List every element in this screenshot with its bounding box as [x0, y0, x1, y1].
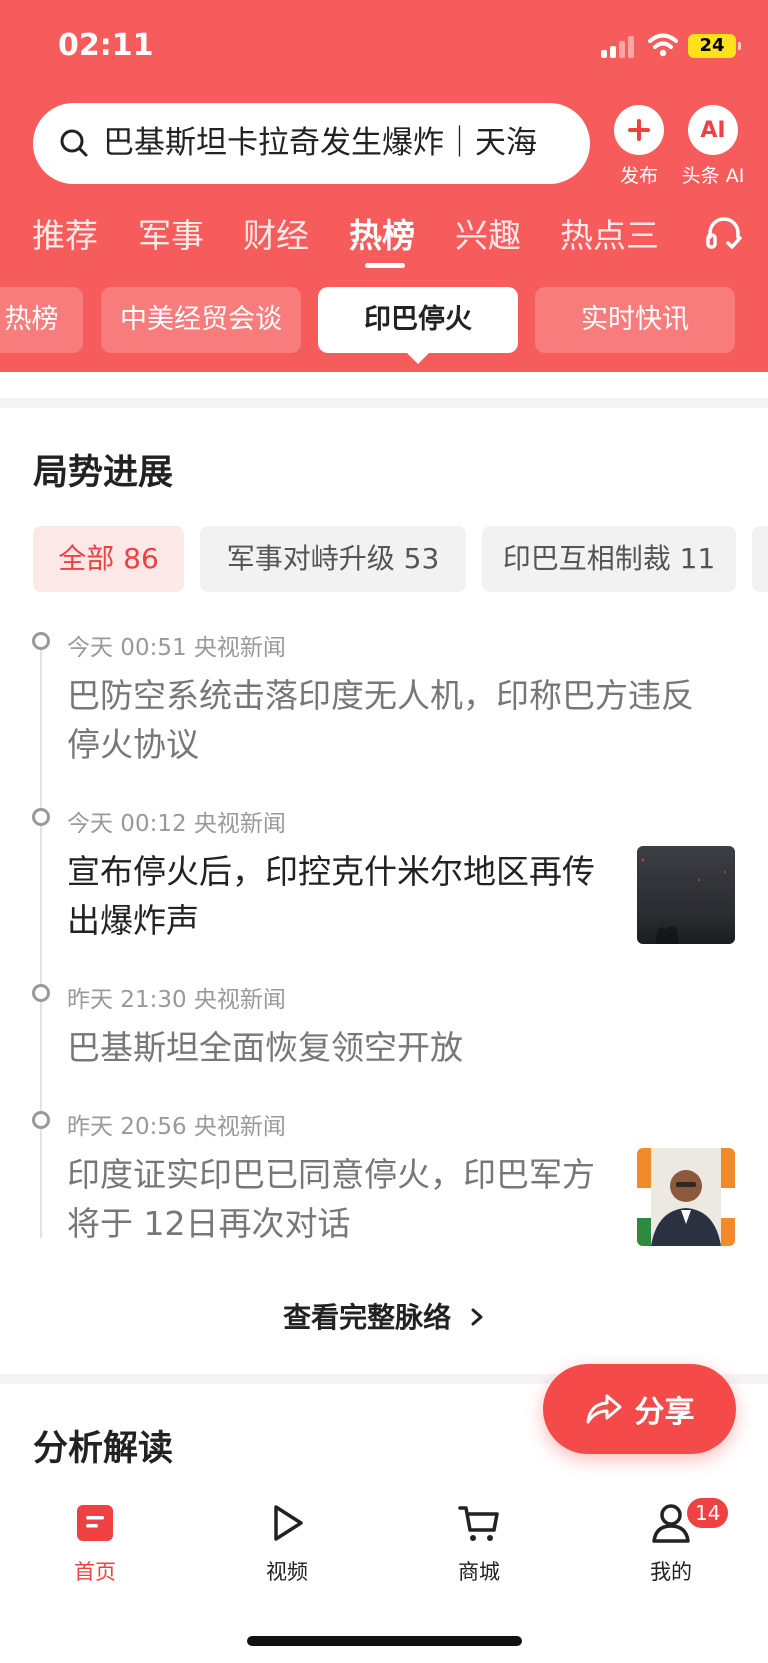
- battery-indicator: 24: [688, 34, 741, 58]
- filter-mutual-sanctions[interactable]: 印巴互相制裁 11: [482, 526, 736, 592]
- nav-mall-label: 商城: [458, 1560, 500, 1584]
- topic-chip-row: 热榜 中美经贸会谈 印巴停火 实时快讯: [0, 287, 768, 353]
- active-tab-indicator: [365, 263, 405, 268]
- cart-icon: [458, 1506, 499, 1541]
- timeline-meta: 昨天 21:30 央视新闻: [67, 987, 286, 1013]
- topic-chip-ceasefire[interactable]: 印巴停火: [318, 287, 518, 353]
- headset-icon[interactable]: [704, 213, 744, 253]
- play-icon: [274, 1505, 303, 1541]
- share-label: 分享: [634, 1395, 695, 1430]
- timeline-dot: [32, 984, 50, 1002]
- status-bar: 02:11 24: [0, 0, 768, 95]
- topic-chip-trade-talks[interactable]: 中美经贸会谈: [101, 287, 301, 353]
- filter-military-escalation[interactable]: 军事对峙升级 53: [200, 526, 466, 592]
- tab-hotspot-three[interactable]: 热点三: [560, 209, 659, 257]
- tab-interest[interactable]: 兴趣: [455, 209, 521, 257]
- active-chip-pointer: [404, 350, 432, 364]
- timeline-item-title[interactable]: 印度证实印巴已同意停火，印巴军方 将于 12日再次对话: [67, 1150, 595, 1248]
- tab-hot-list[interactable]: 热榜: [349, 209, 415, 257]
- timeline-meta: 今天 00:12 央视新闻: [67, 811, 286, 837]
- timeline-line: [40, 643, 42, 1238]
- nav-home-label: 首页: [74, 1560, 116, 1584]
- search-query-text: 巴基斯坦卡拉奇发生爆炸｜天海: [103, 125, 537, 161]
- ai-icon: AI: [688, 105, 738, 155]
- tab-military[interactable]: 军事: [138, 209, 204, 257]
- timeline-dot: [32, 808, 50, 826]
- home-indicator: [247, 1636, 522, 1646]
- status-time: 02:11: [58, 28, 154, 63]
- toutiao-ai-label: 头条 AI: [681, 165, 745, 187]
- nav-home[interactable]: 首页: [35, 1502, 155, 1586]
- official-portrait-thumbnail[interactable]: [637, 1148, 735, 1246]
- filter-more[interactable]: [752, 526, 768, 592]
- wifi-icon: [648, 33, 678, 57]
- share-icon: [586, 1394, 621, 1424]
- publish-button[interactable]: 发布: [600, 105, 678, 188]
- timeline-item-title[interactable]: 巴基斯坦全面恢复领空开放: [67, 1023, 463, 1072]
- search-input[interactable]: 巴基斯坦卡拉奇发生爆炸｜天海: [33, 103, 590, 184]
- situation-title: 局势进展: [33, 453, 174, 493]
- section-divider: [0, 398, 768, 408]
- nav-profile-label: 我的: [650, 1560, 692, 1584]
- filter-all[interactable]: 全部 86: [33, 526, 184, 592]
- filter-chip-row: 全部 86 军事对峙升级 53 印巴互相制裁 11: [0, 526, 768, 592]
- tab-recommend[interactable]: 推荐: [32, 209, 98, 257]
- topic-chip-live-news[interactable]: 实时快讯: [535, 287, 735, 353]
- topic-chip-hot-list[interactable]: 热榜: [0, 287, 83, 353]
- timeline-dot: [32, 1111, 50, 1129]
- nav-video-label: 视频: [266, 1560, 308, 1584]
- nav-mall[interactable]: 商城: [419, 1502, 539, 1586]
- analysis-title: 分析解读: [33, 1429, 174, 1469]
- notification-badge: 14: [685, 1496, 731, 1530]
- timeline-item-title[interactable]: 巴防空系统击落印度无人机，印称巴方违反 停火协议: [67, 671, 694, 769]
- view-full-timeline-link[interactable]: 查看完整脉络: [0, 1296, 768, 1336]
- full-timeline-label: 查看完整脉络: [283, 1301, 452, 1334]
- timeline-item-title[interactable]: 宣布停火后，印控克什米尔地区再传 出爆炸声: [67, 847, 595, 945]
- chevron-right-icon: [471, 1308, 483, 1326]
- share-button[interactable]: 分享: [543, 1364, 736, 1454]
- night-sky-thumbnail[interactable]: [637, 846, 735, 944]
- toutiao-ai-button[interactable]: AI 头条 AI: [674, 105, 752, 188]
- channel-tabs: 推荐 军事 财经 热榜 兴趣 热点三: [0, 205, 768, 268]
- tab-finance[interactable]: 财经: [243, 209, 309, 257]
- cell-signal-icon: [601, 36, 637, 58]
- timeline-meta: 昨天 20:56 央视新闻: [67, 1114, 286, 1140]
- nav-video[interactable]: 视频: [227, 1502, 347, 1586]
- plus-icon: [614, 105, 664, 155]
- home-icon: [77, 1505, 113, 1541]
- publish-label: 发布: [619, 165, 658, 187]
- timeline-meta: 今天 00:51 央视新闻: [67, 635, 286, 661]
- timeline-dot: [32, 632, 50, 650]
- search-icon: [60, 129, 88, 157]
